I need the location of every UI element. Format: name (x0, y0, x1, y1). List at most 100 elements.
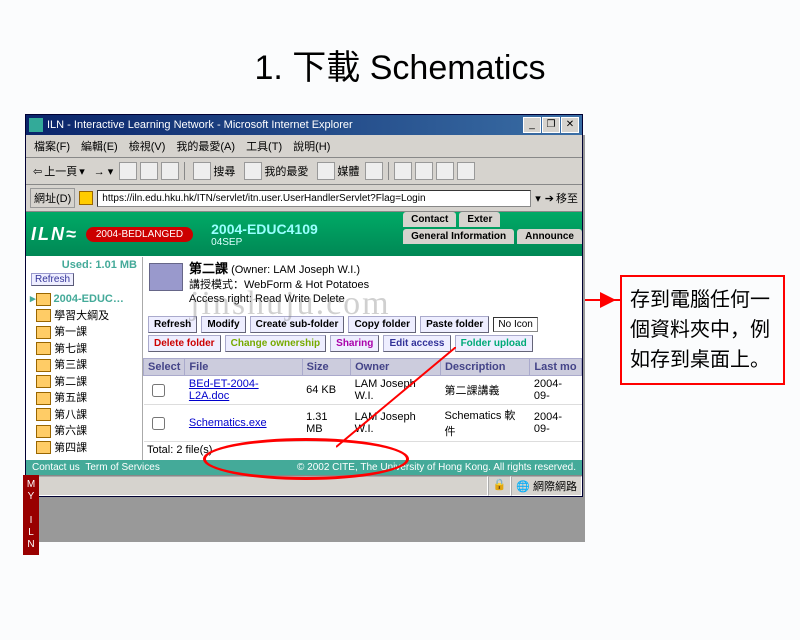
menu-fav[interactable]: 我的最愛(A) (172, 137, 239, 155)
msgr-icon[interactable] (457, 162, 475, 180)
folder-tree: ▸2004-EDUC… 學習大綱及 第一課 第七課 第三課 第二課 第五課 第八… (26, 289, 142, 460)
table-row: Schematics.exe 1.31 MB LAM Joseph W.I. S… (144, 405, 582, 442)
maximize-button[interactable]: ❐ (542, 117, 560, 133)
col-desc[interactable]: Description (440, 359, 529, 376)
tree-item[interactable]: 第五課 (30, 390, 140, 407)
address-bar: 網址(D) https://iln.edu.hku.hk/ITN/servlet… (26, 185, 582, 212)
create-subfolder-button[interactable]: Create sub-folder (250, 316, 345, 333)
folder-icon (149, 263, 183, 291)
tree-item[interactable]: 第七課 (30, 341, 140, 358)
file-total: Total: 2 file(s) (143, 442, 582, 458)
col-owner[interactable]: Owner (351, 359, 441, 376)
row-checkbox[interactable] (152, 384, 165, 397)
menu-help[interactable]: 說明(H) (289, 137, 334, 155)
mail-icon[interactable] (394, 162, 412, 180)
cell-size: 1.31 MB (302, 405, 350, 442)
sharing-button[interactable]: Sharing (330, 335, 379, 352)
search-button[interactable]: 搜尋 (190, 161, 238, 181)
toolbar: ⇦上一頁 ▾ → ▾ 搜尋 我的最愛 媒體 (26, 158, 582, 185)
cell-last: 2004-09- (530, 376, 582, 405)
status-zone: 🌐 網際網路 (511, 476, 582, 496)
refresh-button[interactable]: Refresh (148, 316, 197, 333)
copy-folder-button[interactable]: Copy folder (348, 316, 416, 333)
header-tabs: Contact Exter General Information Announ… (403, 212, 582, 244)
go-button[interactable]: ➔移至 (545, 190, 578, 206)
home-icon[interactable] (161, 162, 179, 180)
course-title: 2004-EDUC4109 04SEP (211, 221, 318, 248)
page-content: ILN≈ 2004-BEDLANGED 2004-EDUC4109 04SEP … (26, 212, 582, 475)
back-button[interactable]: ⇦上一頁 ▾ (30, 162, 88, 180)
media-button[interactable]: 媒體 (314, 161, 362, 181)
change-owner-button[interactable]: Change ownership (225, 335, 326, 352)
ie-window: ILN - Interactive Learning Network - Mic… (25, 114, 583, 497)
tree-root[interactable]: ▸2004-EDUC… (30, 291, 140, 308)
col-size[interactable]: Size (302, 359, 350, 376)
folder-header: 第二課 (Owner: LAM Joseph W.I.) 講授模式：WebFor… (143, 257, 582, 314)
row-checkbox[interactable] (152, 417, 165, 430)
footer-copyright: © 2002 CITE, The University of Hong Kong… (160, 462, 576, 473)
tab-external[interactable]: Exter (459, 212, 500, 227)
folder-upload-button[interactable]: Folder upload (455, 335, 533, 352)
cell-desc: Schematics 軟件 (440, 405, 529, 442)
footer-contact[interactable]: Contact us (32, 462, 80, 473)
forward-button[interactable]: → ▾ (91, 164, 117, 179)
status-lock-icon: 🔒 (488, 476, 512, 496)
window-title: ILN - Interactive Learning Network - Mic… (47, 119, 523, 131)
file-link[interactable]: BEd-ET-2004-L2A.doc (189, 378, 259, 402)
tab-contact[interactable]: Contact (403, 212, 456, 227)
app-logo: ILN≈ (31, 224, 78, 245)
file-table: Select File Size Owner Description Last … (143, 358, 582, 442)
cell-last: 2004-09- (530, 405, 582, 442)
refresh-icon[interactable] (140, 162, 158, 180)
favorites-button[interactable]: 我的最愛 (241, 161, 311, 181)
address-input[interactable]: https://iln.edu.hku.hk/ITN/servlet/itn.u… (97, 190, 531, 207)
app-header: ILN≈ 2004-BEDLANGED 2004-EDUC4109 04SEP … (26, 212, 582, 256)
annotation-box: 存到電腦任何一個資料夾中，例如存到桌面上。 (620, 275, 785, 385)
file-link[interactable]: Schematics.exe (189, 417, 267, 429)
course-pill[interactable]: 2004-BEDLANGED (86, 227, 193, 242)
app-footer: Contact us Term of Services © 2002 CITE,… (26, 460, 582, 475)
minimize-button[interactable]: _ (523, 117, 541, 133)
icon-select[interactable]: No Icon (493, 317, 537, 332)
tree-item[interactable]: 第一課 (30, 324, 140, 341)
col-select[interactable]: Select (144, 359, 185, 376)
history-icon[interactable] (365, 162, 383, 180)
print-icon[interactable] (415, 162, 433, 180)
tree-item[interactable]: 第二課 (30, 374, 140, 391)
sidebar-refresh-button[interactable]: Refresh (31, 273, 74, 286)
status-bar: 🔒 🌐 網際網路 (26, 475, 582, 496)
menu-edit[interactable]: 編輯(E) (77, 137, 122, 155)
tab-general[interactable]: General Information (403, 229, 514, 244)
cell-desc: 第二課講義 (440, 376, 529, 405)
left-sidebar: Used: 1.01 MB Refresh ▸2004-EDUC… 學習大綱及 … (26, 257, 143, 460)
main-panel: 第二課 (Owner: LAM Joseph W.I.) 講授模式：WebFor… (143, 257, 582, 460)
edit-icon[interactable] (436, 162, 454, 180)
col-file[interactable]: File (185, 359, 302, 376)
address-dropdown[interactable]: ▾ (535, 192, 541, 205)
menu-file[interactable]: 檔案(F) (30, 137, 74, 155)
tree-item[interactable]: 第六課 (30, 423, 140, 440)
tree-item[interactable]: 第四課 (30, 440, 140, 457)
cell-size: 64 KB (302, 376, 350, 405)
titlebar: ILN - Interactive Learning Network - Mic… (26, 115, 582, 135)
my-iln-tab[interactable]: MYILN (23, 475, 39, 555)
tree-item[interactable]: 學習大綱及 (30, 308, 140, 325)
menu-view[interactable]: 檢視(V) (125, 137, 170, 155)
paste-folder-button[interactable]: Paste folder (420, 316, 489, 333)
tree-item[interactable]: 第八課 (30, 407, 140, 424)
address-label: 網址(D) (30, 188, 75, 208)
menu-tools[interactable]: 工具(T) (242, 137, 286, 155)
tab-announce[interactable]: Announce (517, 229, 582, 244)
close-button[interactable]: ✕ (561, 117, 579, 133)
footer-terms[interactable]: Term of Services (85, 462, 159, 473)
col-last[interactable]: Last mo (530, 359, 582, 376)
table-row: BEd-ET-2004-L2A.doc 64 KB LAM Joseph W.I… (144, 376, 582, 405)
action-bar: Refresh Modify Create sub-folder Copy fo… (143, 316, 582, 356)
stop-icon[interactable] (119, 162, 137, 180)
edit-access-button[interactable]: Edit access (383, 335, 450, 352)
delete-folder-button[interactable]: Delete folder (148, 335, 221, 352)
cell-owner: LAM Joseph W.I. (351, 376, 441, 405)
modify-button[interactable]: Modify (201, 316, 245, 333)
menubar: 檔案(F) 編輯(E) 檢視(V) 我的最愛(A) 工具(T) 說明(H) (26, 135, 582, 158)
tree-item[interactable]: 第三課 (30, 357, 140, 374)
